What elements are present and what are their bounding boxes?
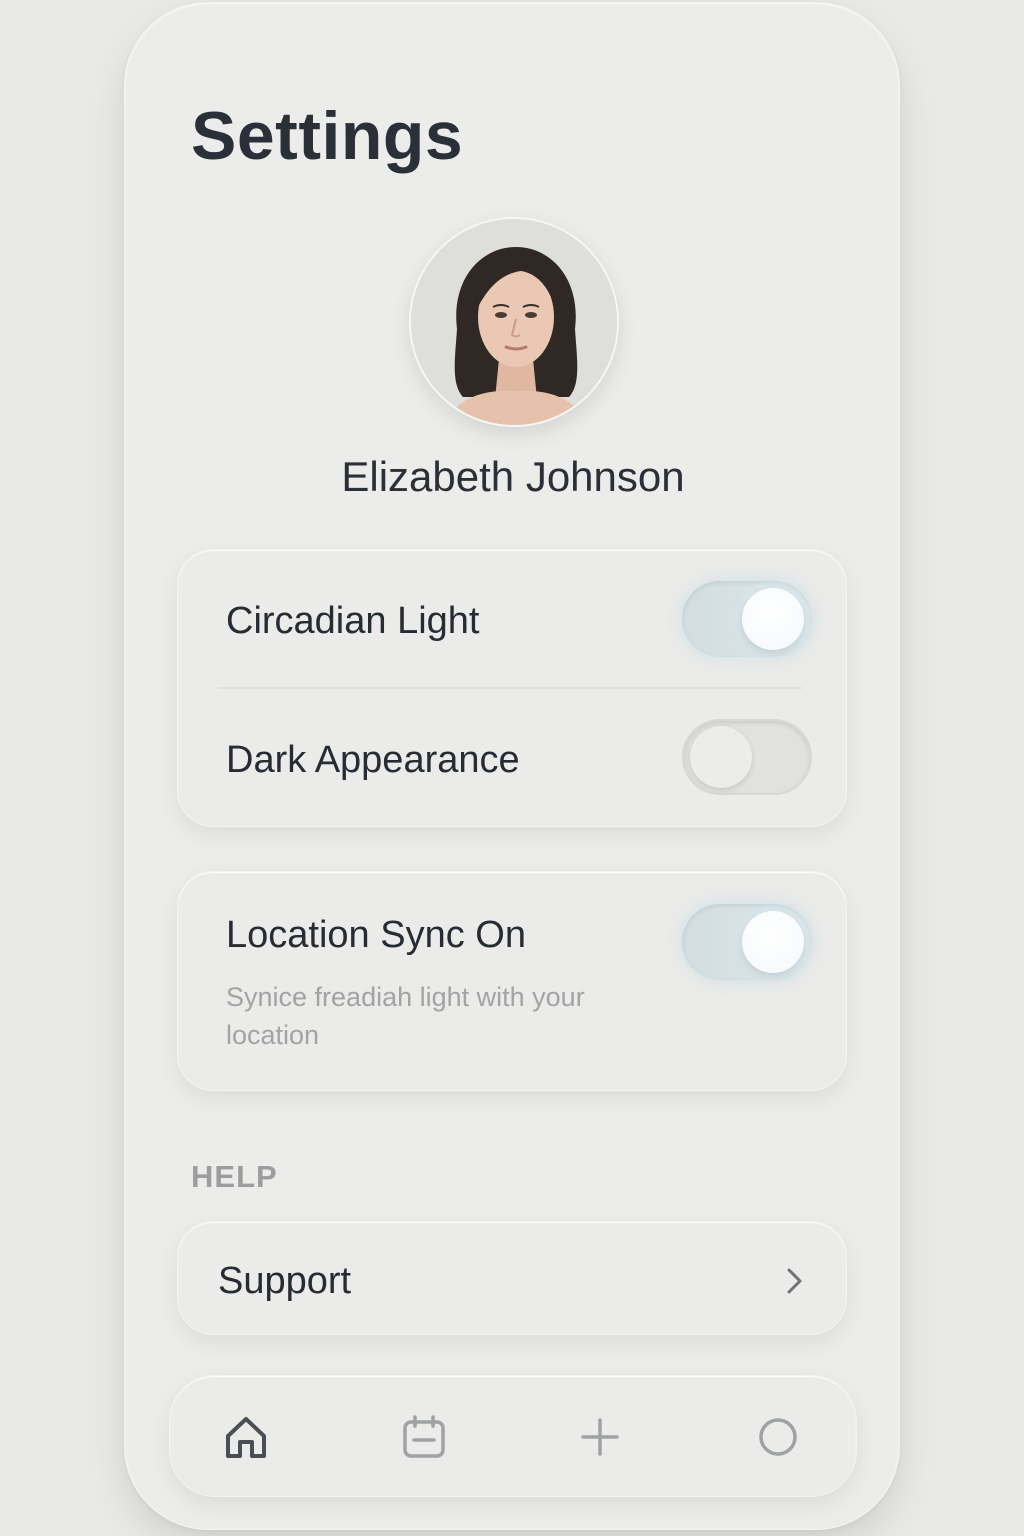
location-sync-description: Synice freadiah light with your location	[226, 982, 585, 1050]
location-card: Location Sync On Synice freadiah light w…	[177, 871, 847, 1091]
circle-icon	[759, 1418, 797, 1456]
section-header-help: HELP	[191, 1159, 278, 1194]
location-sync-label: Location Sync On	[226, 914, 526, 956]
toggle-knob	[690, 726, 752, 788]
tab-profile[interactable]	[748, 1407, 808, 1467]
location-sync-toggle[interactable]	[682, 904, 812, 980]
circadian-light-toggle[interactable]	[682, 581, 812, 657]
toggle-knob	[742, 588, 804, 650]
toggle-knob	[742, 911, 804, 973]
support-row[interactable]: Support	[177, 1221, 847, 1335]
setting-row-circadian-light: Circadian Light	[178, 550, 846, 687]
tab-calendar[interactable]	[394, 1407, 454, 1467]
setting-row-dark-appearance: Dark Appearance	[178, 689, 846, 828]
page-title: Settings	[191, 98, 464, 174]
dark-appearance-toggle[interactable]	[682, 719, 812, 795]
support-label: Support	[218, 1260, 352, 1302]
tab-home[interactable]	[216, 1407, 276, 1467]
setting-label: Circadian Light	[226, 600, 480, 642]
plus-icon	[581, 1418, 619, 1456]
setting-label: Dark Appearance	[226, 739, 520, 781]
user-name: Elizabeth Johnson	[341, 453, 685, 500]
tab-add[interactable]	[570, 1407, 630, 1467]
avatar[interactable]	[409, 217, 619, 427]
settings-screen: Settings Elizabeth Johnson Circadian Lig…	[124, 2, 900, 1530]
calendar-icon	[403, 1415, 445, 1458]
user-avatar-photo	[411, 219, 617, 425]
tab-bar	[169, 1375, 857, 1497]
chevron-right-icon	[787, 1268, 802, 1294]
preferences-card: Circadian Light Dark Appearance	[177, 549, 847, 827]
home-icon	[226, 1417, 266, 1458]
